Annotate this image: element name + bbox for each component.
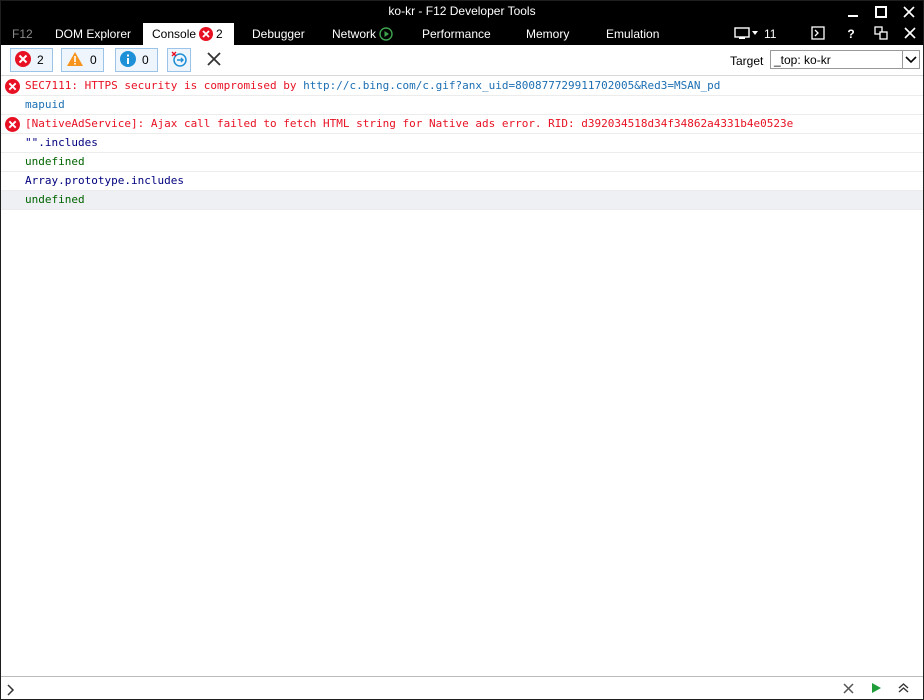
clear-on-navigate-icon	[170, 50, 188, 71]
console-line[interactable]: "".includes	[1, 134, 923, 153]
minimize-button[interactable]	[839, 1, 867, 23]
run-button[interactable]	[865, 677, 887, 700]
window-close-icon	[903, 6, 915, 18]
tool-tab-bar: F12 DOM Explorer Console 2 Debugger Netwo…	[1, 23, 923, 45]
window-title: ko-kr - F12 Developer Tools	[388, 4, 536, 18]
tab-memory[interactable]: Memory	[526, 23, 569, 45]
window-close-button[interactable]	[895, 1, 923, 23]
dock-icon	[811, 25, 825, 43]
console-toolbar: 2 0 0 Target _top: ko-kr	[1, 45, 923, 76]
warnings-count: 0	[90, 53, 97, 67]
clear-console-button[interactable]	[204, 51, 224, 71]
minimize-icon	[847, 6, 859, 18]
tab-dom-explorer[interactable]: DOM Explorer	[55, 23, 131, 45]
error-source-link[interactable]: http://c.bing.com/c.gif?anx_uid=80087772…	[303, 79, 720, 92]
maximize-icon	[875, 6, 887, 18]
help-button[interactable]: ?	[841, 23, 861, 45]
prompt-chevron-icon	[7, 681, 15, 700]
dock-button[interactable]	[807, 23, 829, 45]
output-link[interactable]: mapuid	[25, 96, 65, 114]
help-icon: ?	[847, 27, 855, 41]
undock-button[interactable]	[871, 23, 891, 45]
error-message: [NativeAdService]: Ajax call failed to f…	[25, 117, 794, 130]
console-line[interactable]: SEC7111: HTTPS security is compromised b…	[1, 77, 923, 96]
errors-filter-button[interactable]: 2	[10, 48, 53, 72]
tab-console[interactable]: Console 2	[143, 23, 234, 45]
target-select[interactable]: _top: ko-kr	[770, 50, 920, 69]
console-line[interactable]: mapuid	[1, 96, 923, 115]
console-error-count: 2	[216, 27, 223, 41]
target-value: _top: ko-kr	[774, 53, 831, 67]
errors-count: 2	[37, 53, 44, 67]
info-filter-button[interactable]: 0	[115, 48, 158, 72]
record-play-icon	[379, 27, 393, 41]
target-label: Target	[730, 54, 764, 68]
monitor-icon	[734, 26, 760, 43]
warning-triangle-icon	[66, 51, 84, 70]
console-line[interactable]: Array.prototype.includes	[1, 172, 923, 191]
chevron-down-icon	[902, 51, 919, 68]
undock-icon	[874, 25, 888, 43]
close-devtools-button[interactable]	[899, 23, 921, 45]
error-message: SEC7111: HTTPS security is compromised b…	[25, 79, 304, 92]
info-circle-icon	[120, 50, 136, 70]
console-line[interactable]: [NativeAdService]: Ajax call failed to f…	[1, 115, 923, 134]
console-line[interactable]: undefined	[1, 153, 923, 172]
console-input-bar	[1, 676, 923, 699]
info-count: 0	[142, 53, 149, 67]
clear-input-icon	[842, 679, 854, 698]
error-x-icon	[15, 50, 31, 70]
devtools-window: ko-kr - F12 Developer Tools F12 DOM Expl…	[0, 0, 924, 700]
close-icon	[904, 26, 916, 42]
tab-network-label: Network	[332, 27, 377, 41]
output-value: undefined	[25, 193, 85, 206]
clear-input-button[interactable]	[837, 677, 859, 700]
f12-label: F12	[12, 27, 33, 41]
multiline-icon	[898, 679, 909, 698]
console-line[interactable]: undefined	[1, 191, 923, 210]
clear-on-navigate-button[interactable]	[167, 48, 191, 72]
multiline-toggle-button[interactable]	[892, 677, 914, 700]
error-x-icon	[199, 26, 214, 41]
tab-network[interactable]: Network	[332, 23, 393, 45]
emulation-count: 11	[764, 27, 777, 41]
input-echo: Array.prototype.includes	[25, 174, 184, 187]
tab-debugger[interactable]: Debugger	[252, 23, 305, 45]
console-input[interactable]	[23, 679, 823, 697]
console-output[interactable]: SEC7111: HTTPS security is compromised b…	[1, 77, 923, 674]
clear-console-icon	[206, 51, 222, 71]
tab-console-label: Console	[152, 27, 197, 41]
tab-emulation[interactable]: Emulation	[606, 23, 659, 45]
run-icon	[871, 679, 882, 698]
tab-performance[interactable]: Performance	[422, 23, 491, 45]
input-echo: "".includes	[25, 136, 98, 149]
output-value: undefined	[25, 155, 85, 168]
emulation-monitor-button[interactable]	[731, 23, 763, 45]
title-bar: ko-kr - F12 Developer Tools	[1, 1, 923, 23]
warnings-filter-button[interactable]: 0	[61, 48, 104, 72]
maximize-button[interactable]	[867, 1, 895, 23]
